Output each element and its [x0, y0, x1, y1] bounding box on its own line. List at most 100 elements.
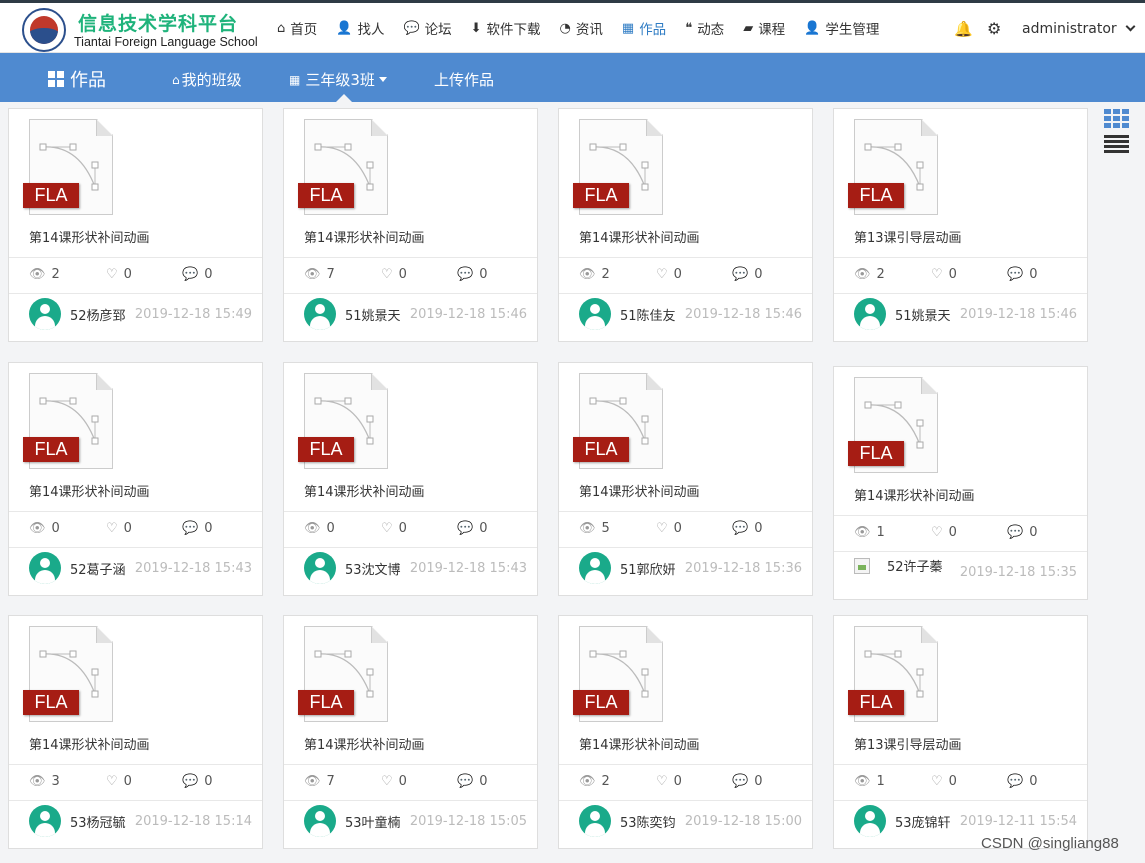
user-menu[interactable]: administrator: [1022, 21, 1136, 37]
fla-file-icon[interactable]: FLA: [573, 373, 663, 469]
work-card[interactable]: FLA 第14课形状补间动画 👁 3 ♡ 0 💬 0 53杨冠毓 2019-12-18 15:14: [8, 615, 263, 849]
fla-file-icon[interactable]: FLA: [848, 626, 938, 722]
comments-stat[interactable]: 💬 0: [732, 774, 762, 789]
author[interactable]: 52杨彦郅: [29, 298, 126, 330]
bell-icon[interactable]: 🔔: [954, 20, 973, 38]
author[interactable]: 52葛子涵: [29, 552, 126, 584]
comments-stat[interactable]: 💬 0: [1007, 525, 1037, 540]
work-title[interactable]: 第13课引导层动画: [854, 734, 962, 753]
author[interactable]: 53庞锦轩: [854, 805, 951, 837]
eye-icon: 👁: [579, 267, 596, 282]
author[interactable]: 51陈佳友: [579, 298, 676, 330]
likes-stat[interactable]: ♡ 0: [106, 774, 132, 789]
work-card[interactable]: FLA 第14课形状补间动画 👁 0 ♡ 0 💬 0 52葛子涵 2019-12-18 15:43: [8, 362, 263, 596]
work-title[interactable]: 第13课引导层动画: [854, 227, 962, 246]
nav-item[interactable]: 💬 论坛: [403, 17, 451, 39]
comments-stat[interactable]: 💬 0: [732, 267, 762, 282]
work-title[interactable]: 第14课形状补间动画: [29, 481, 150, 500]
views-count: 0: [326, 521, 335, 536]
author[interactable]: 52许子蓁: [854, 556, 943, 575]
author-name: 53杨冠毓: [70, 815, 126, 831]
work-title[interactable]: 第14课形状补间动画: [29, 734, 150, 753]
nav-item[interactable]: ⬇ 软件下载: [471, 17, 541, 39]
fla-file-icon[interactable]: FLA: [848, 119, 938, 215]
comments-stat[interactable]: 💬 0: [182, 521, 212, 536]
comments-stat[interactable]: 💬 0: [182, 267, 212, 282]
list-view-icon[interactable]: [1104, 135, 1129, 155]
work-stats: 👁 2 ♡ 0 💬 0: [9, 257, 262, 294]
comments-stat[interactable]: 💬 0: [1007, 267, 1037, 282]
fla-file-icon[interactable]: FLA: [573, 626, 663, 722]
likes-stat[interactable]: ♡ 0: [381, 774, 407, 789]
comments-stat[interactable]: 💬 0: [457, 774, 487, 789]
author[interactable]: 53叶童楠: [304, 805, 401, 837]
work-card[interactable]: FLA 第14课形状补间动画 👁 1 ♡ 0 💬 0 52许子蓁 2019-12-18 15:35: [833, 366, 1088, 600]
fla-file-icon[interactable]: FLA: [298, 373, 388, 469]
work-title[interactable]: 第14课形状补间动画: [579, 481, 700, 500]
fla-file-icon[interactable]: FLA: [23, 119, 113, 215]
heart-icon: ♡: [106, 774, 118, 789]
comments-stat[interactable]: 💬 0: [457, 267, 487, 282]
work-card[interactable]: FLA 第14课形状补间动画 👁 5 ♡ 0 💬 0 51郭欣妍 2019-12-18 15:36: [558, 362, 813, 596]
author[interactable]: 51郭欣妍: [579, 552, 676, 584]
nav-item[interactable]: 👤 学生管理: [804, 17, 879, 39]
my-class-link[interactable]: ⌂ 我的班级: [172, 69, 242, 90]
likes-stat[interactable]: ♡ 0: [931, 525, 957, 540]
author[interactable]: 51姚景天: [854, 298, 951, 330]
comments-icon: 💬: [457, 774, 474, 789]
work-title[interactable]: 第14课形状补间动画: [304, 227, 425, 246]
fla-file-icon[interactable]: FLA: [848, 377, 938, 473]
work-title[interactable]: 第14课形状补间动画: [579, 227, 700, 246]
work-title[interactable]: 第14课形状补间动画: [304, 734, 425, 753]
nav-item[interactable]: ▦ 作品: [622, 17, 666, 39]
class-dropdown[interactable]: ▦ 三年级3班: [289, 69, 387, 90]
nav-item[interactable]: 👤 找人: [336, 17, 384, 39]
comments-stat[interactable]: 💬 0: [732, 521, 762, 536]
likes-stat[interactable]: ♡ 0: [656, 774, 682, 789]
work-title[interactable]: 第14课形状补间动画: [304, 481, 425, 500]
site-logo[interactable]: 信息技术学科平台 Tiantai Foreign Language School: [20, 6, 260, 54]
author[interactable]: 53杨冠毓: [29, 805, 126, 837]
comments-stat[interactable]: 💬 0: [182, 774, 212, 789]
fla-file-icon[interactable]: FLA: [23, 373, 113, 469]
nav-item[interactable]: ▰ 课程: [743, 17, 785, 39]
work-card[interactable]: FLA 第13课引导层动画 👁 1 ♡ 0 💬 0 53庞锦轩 2019-12-11 15:54: [833, 615, 1088, 849]
fla-file-icon[interactable]: FLA: [298, 626, 388, 722]
work-card[interactable]: FLA 第14课形状补间动画 👁 7 ♡ 0 💬 0 53叶童楠 2019-12-18 15:05: [283, 615, 538, 849]
work-card[interactable]: FLA 第14课形状补间动画 👁 2 ♡ 0 💬 0 52杨彦郅 2019-12-18 15:49: [8, 108, 263, 342]
likes-stat[interactable]: ♡ 0: [931, 267, 957, 282]
comments-icon: 💬: [732, 774, 749, 789]
book-icon: ▰: [743, 20, 754, 36]
work-stats: 👁 7 ♡ 0 💬 0: [284, 257, 537, 294]
grid-view-icon[interactable]: [1104, 109, 1129, 128]
likes-stat[interactable]: ♡ 0: [656, 267, 682, 282]
likes-stat[interactable]: ♡ 0: [381, 267, 407, 282]
likes-stat[interactable]: ♡ 0: [106, 267, 132, 282]
likes-stat[interactable]: ♡ 0: [931, 774, 957, 789]
work-title[interactable]: 第14课形状补间动画: [29, 227, 150, 246]
likes-stat[interactable]: ♡ 0: [106, 521, 132, 536]
author[interactable]: 51姚景天: [304, 298, 401, 330]
upload-link[interactable]: 上传作品: [434, 69, 494, 90]
author[interactable]: 53沈文博: [304, 552, 401, 584]
work-card[interactable]: FLA 第14课形状补间动画 👁 2 ♡ 0 💬 0 53陈奕钧 2019-12-18 15:00: [558, 615, 813, 849]
nav-item[interactable]: ◔ 资讯: [560, 17, 603, 39]
work-card[interactable]: FLA 第14课形状补间动画 👁 0 ♡ 0 💬 0 53沈文博 2019-12-18 15:43: [283, 362, 538, 596]
work-title[interactable]: 第14课形状补间动画: [854, 485, 975, 504]
work-card[interactable]: FLA 第13课引导层动画 👁 2 ♡ 0 💬 0 51姚景天 2019-12-18 15:46: [833, 108, 1088, 342]
fla-file-icon[interactable]: FLA: [298, 119, 388, 215]
fla-file-icon[interactable]: FLA: [23, 626, 113, 722]
heart-icon: ♡: [106, 521, 118, 536]
work-title[interactable]: 第14课形状补间动画: [579, 734, 700, 753]
author[interactable]: 53陈奕钧: [579, 805, 676, 837]
comments-stat[interactable]: 💬 0: [457, 521, 487, 536]
work-card[interactable]: FLA 第14课形状补间动画 👁 2 ♡ 0 💬 0 51陈佳友 2019-12-18 15:46: [558, 108, 813, 342]
likes-stat[interactable]: ♡ 0: [381, 521, 407, 536]
work-card[interactable]: FLA 第14课形状补间动画 👁 7 ♡ 0 💬 0 51姚景天 2019-12-18 15:46: [283, 108, 538, 342]
likes-stat[interactable]: ♡ 0: [656, 521, 682, 536]
comments-stat[interactable]: 💬 0: [1007, 774, 1037, 789]
nav-item[interactable]: ❝ 动态: [685, 17, 724, 39]
gear-icon[interactable]: ⚙: [987, 19, 1001, 38]
nav-item[interactable]: ⌂ 首页: [277, 17, 317, 39]
fla-file-icon[interactable]: FLA: [573, 119, 663, 215]
